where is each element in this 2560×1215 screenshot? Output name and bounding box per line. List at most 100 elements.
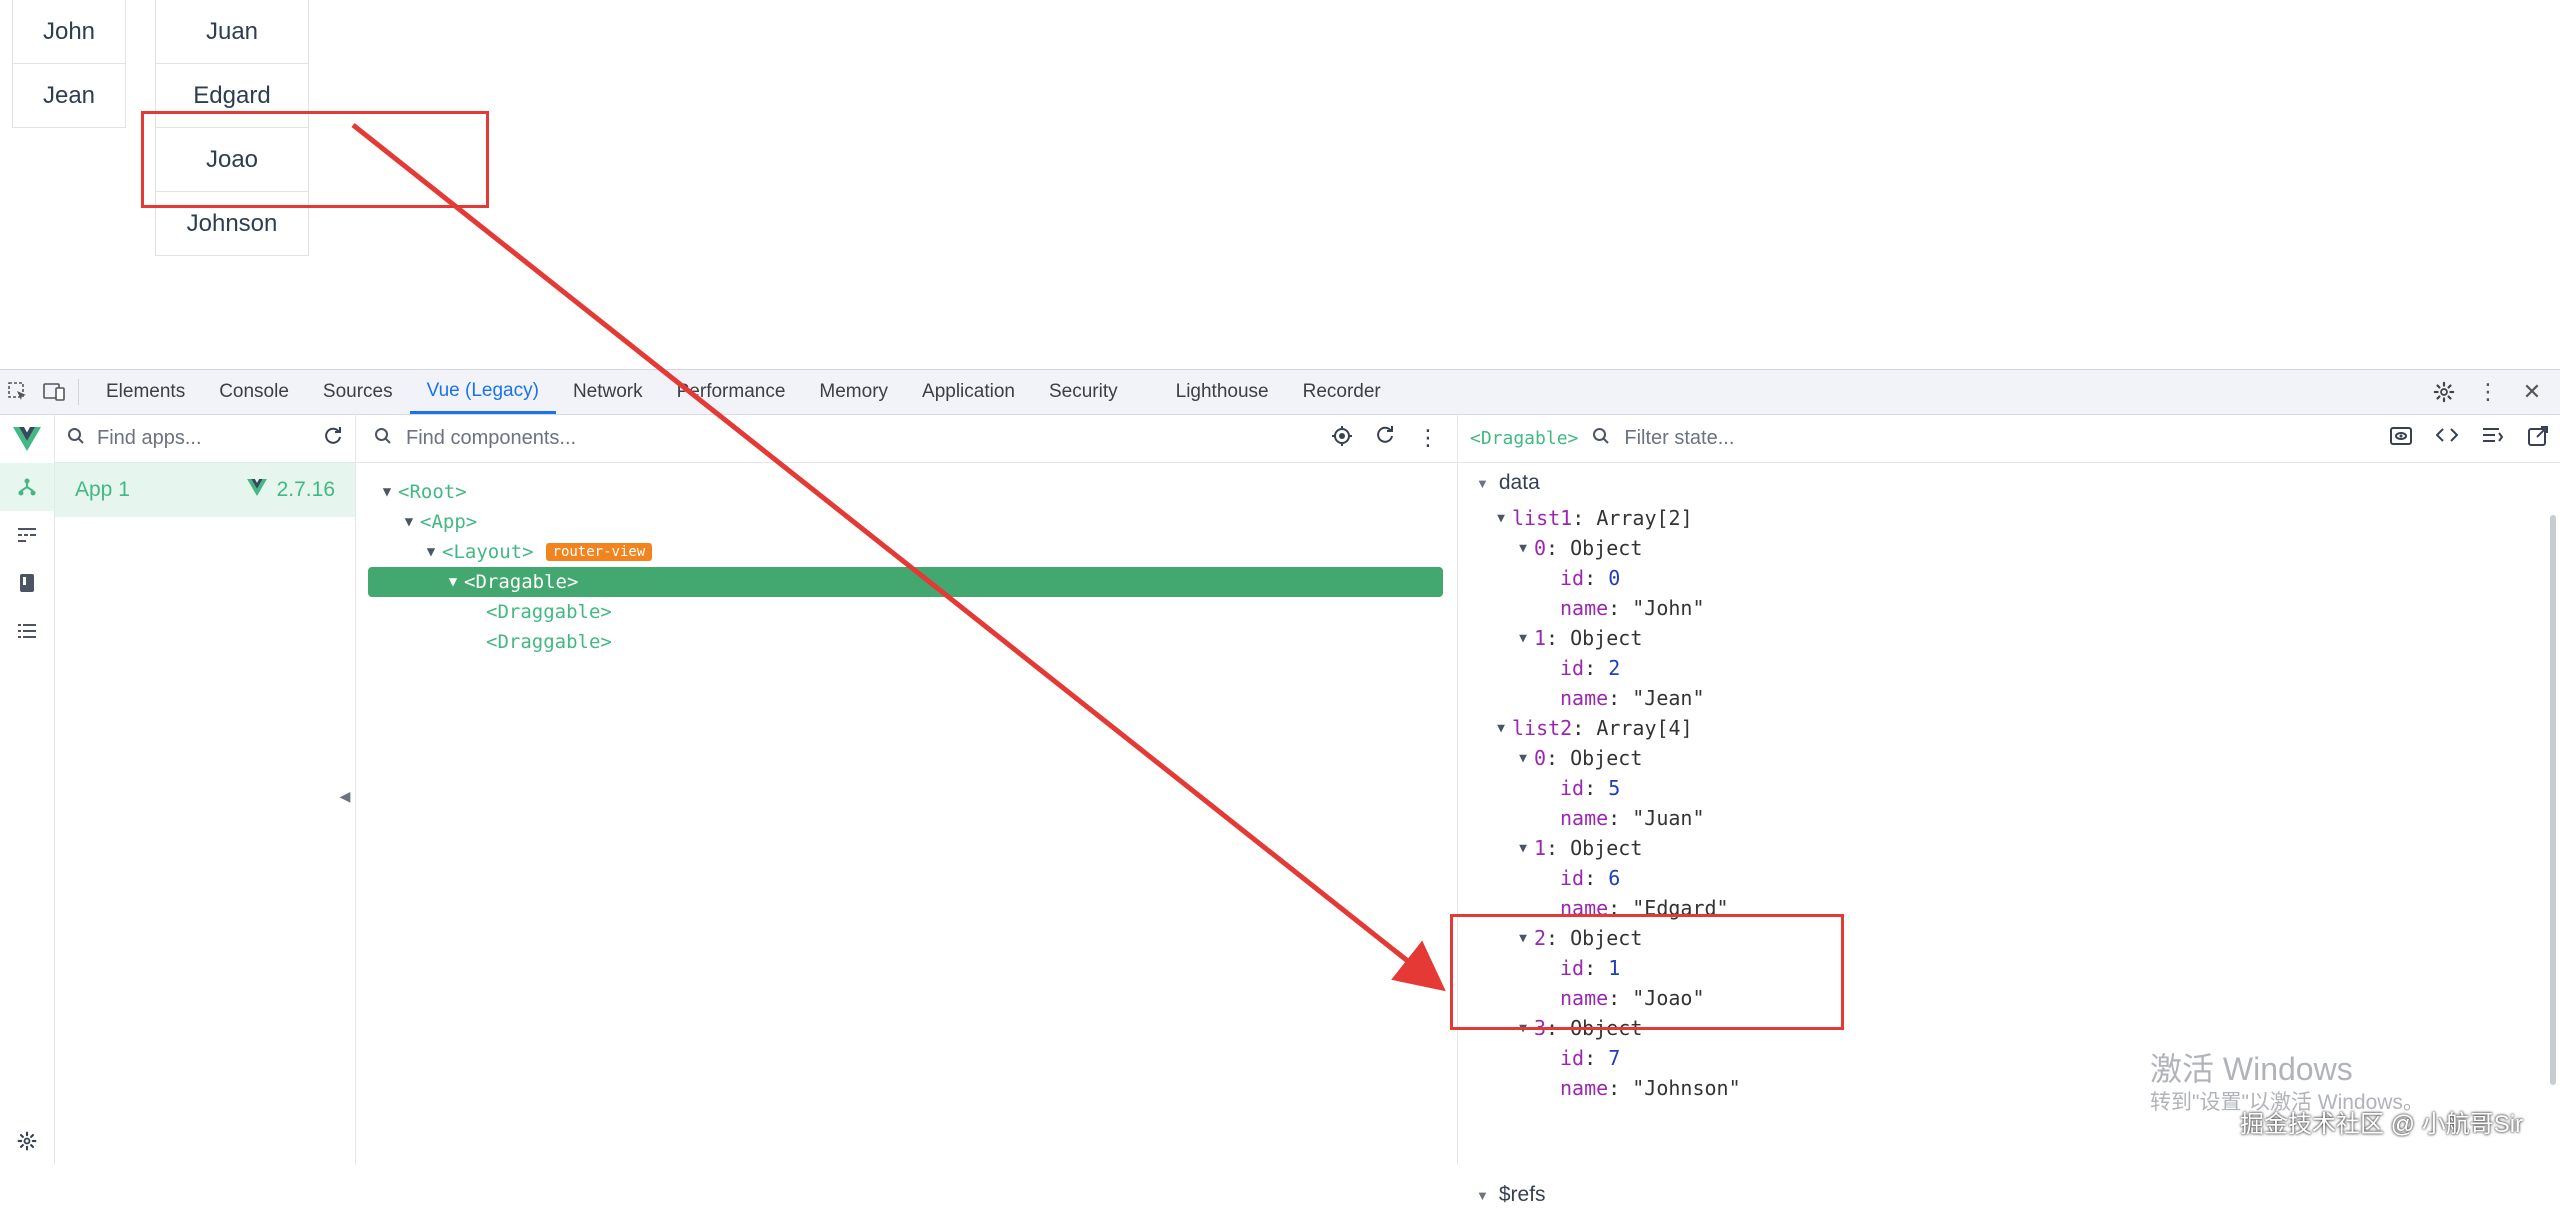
vue-sidebar-rail <box>0 415 55 1165</box>
more-vert-icon[interactable]: ⋮ <box>1417 425 1439 453</box>
tab-network[interactable]: Network <box>556 370 660 414</box>
more-vert-icon[interactable]: ⋮ <box>2470 370 2506 414</box>
state-row-object[interactable]: ▼ 0: Object <box>1458 743 2560 773</box>
state-scrollbar[interactable] <box>2550 515 2556 1085</box>
close-icon[interactable]: ✕ <box>2514 370 2550 414</box>
tab-console[interactable]: Console <box>202 370 306 414</box>
state-row-id[interactable]: id: 2 <box>1458 653 2560 683</box>
state-row-list2[interactable]: ▼ list2: Array[4] <box>1458 713 2560 743</box>
state-header: <Dragable> Filter state... <box>1458 415 2560 463</box>
list-item[interactable]: Juan <box>155 0 309 64</box>
search-icon <box>67 427 85 451</box>
collapse-pane-handle[interactable]: ◀ <box>338 782 352 810</box>
refresh-icon[interactable] <box>1375 425 1395 453</box>
state-row-id[interactable]: id: 7 <box>1458 1043 2560 1073</box>
state-row-object[interactable]: ▼ 1: Object <box>1458 833 2560 863</box>
apps-search-bar: Find apps... <box>55 415 355 463</box>
refresh-icon[interactable] <box>323 426 343 452</box>
state-row-name[interactable]: name: "John" <box>1458 593 2560 623</box>
component-tree: ▼ <Root> ▼ <App> ▼ <Layout> router-view ▼ <D… <box>356 463 1457 657</box>
tab-lighthouse[interactable]: Lighthouse <box>1159 370 1286 414</box>
caret-down-icon[interactable]: ▼ <box>398 514 420 530</box>
tab-recorder[interactable]: Recorder <box>1286 370 1398 414</box>
caret-down-icon[interactable]: ▼ <box>1490 511 1512 526</box>
tree-node-dragable[interactable]: ▼ <Dragable> <box>368 567 1443 597</box>
open-in-editor-icon[interactable] <box>2528 425 2548 452</box>
devtools-toolbar: Elements Console Sources Vue (Legacy) Ne… <box>0 370 2560 415</box>
selected-component-name: <Dragable> <box>1470 428 1579 449</box>
app-version: 2.7.16 <box>246 478 335 502</box>
annotation-box-source <box>141 111 489 208</box>
toolbar-divider <box>78 379 79 405</box>
state-row-id[interactable]: id: 6 <box>1458 863 2560 893</box>
caret-down-icon[interactable]: ▼ <box>442 574 464 590</box>
annotation-box-target <box>1450 914 1844 1030</box>
list-item[interactable]: Jean <box>12 64 126 128</box>
tab-sources[interactable]: Sources <box>306 370 410 414</box>
tree-node-draggable[interactable]: <Draggable> <box>356 597 1457 627</box>
timeline-icon[interactable] <box>0 511 54 559</box>
events-icon[interactable] <box>0 607 54 655</box>
code-icon[interactable] <box>2435 426 2459 452</box>
state-row-object[interactable]: ▼ 1: Object <box>1458 623 2560 653</box>
caret-down-icon[interactable]: ▼ <box>1476 476 1489 491</box>
search-icon <box>1592 427 1610 451</box>
vue-logo-icon <box>246 478 267 502</box>
vue-settings-icon[interactable] <box>0 1117 54 1165</box>
vuex-icon[interactable] <box>0 559 54 607</box>
tab-performance[interactable]: Performance <box>660 370 803 414</box>
state-row-list1[interactable]: ▼ list1: Array[2] <box>1458 503 2560 533</box>
state-row-name[interactable]: name: "Jean" <box>1458 683 2560 713</box>
caret-down-icon[interactable]: ▼ <box>1512 841 1534 856</box>
draggable-list-1: John Jean <box>12 0 126 128</box>
state-section-data[interactable]: ▼ data <box>1458 463 2560 503</box>
tab-security[interactable]: Security <box>1032 370 1135 414</box>
tree-node-app[interactable]: ▼ <App> <box>356 507 1457 537</box>
app-list-item[interactable]: App 1 2.7.16 <box>55 463 355 517</box>
component-tree-pane: Find components... ⋮ ▼ <Root> ▼ <App> ▼ <La… <box>356 415 1458 1165</box>
apps-search-input[interactable]: Find apps... <box>97 427 311 450</box>
tree-node-draggable[interactable]: <Draggable> <box>356 627 1457 657</box>
caret-down-icon[interactable]: ▼ <box>1512 541 1534 556</box>
caret-down-icon[interactable]: ▼ <box>1476 1188 1489 1203</box>
windows-activation-title: 激活 Windows <box>2150 1051 2353 1087</box>
state-row-object[interactable]: ▼ 0: Object <box>1458 533 2560 563</box>
wrap-icon[interactable] <box>2482 426 2504 452</box>
settings-gear-icon[interactable] <box>2426 370 2462 414</box>
vue-logo-icon <box>0 415 54 463</box>
target-icon[interactable] <box>1331 425 1353 453</box>
inspect-element-icon[interactable] <box>0 370 36 414</box>
components-search-bar: Find components... ⋮ <box>356 415 1457 463</box>
watermark-credit: 掘金技术社区 @ 小航哥Sir <box>2240 1111 2524 1138</box>
search-icon <box>374 427 392 451</box>
export-icon[interactable] <box>2390 426 2412 452</box>
state-actions <box>2390 425 2548 452</box>
app-name: App 1 <box>75 478 130 501</box>
state-row-name[interactable]: name: "Juan" <box>1458 803 2560 833</box>
toolbar-right-actions: ⋮ ✕ <box>2426 370 2550 414</box>
app-version-label: 2.7.16 <box>276 478 335 501</box>
tree-actions: ⋮ <box>1331 425 1439 453</box>
tab-vue-legacy[interactable]: Vue (Legacy) <box>409 370 556 414</box>
caret-down-icon[interactable]: ▼ <box>376 484 398 500</box>
state-filter-input[interactable]: Filter state... <box>1624 427 2376 450</box>
components-search-input[interactable]: Find components... <box>406 427 1317 450</box>
router-view-badge: router-view <box>545 543 653 561</box>
apps-pane: Find apps... App 1 2.7.16 <box>55 415 356 1165</box>
list-item[interactable]: John <box>12 0 126 64</box>
components-tree-icon[interactable] <box>0 463 54 511</box>
caret-down-icon[interactable]: ▼ <box>420 544 442 560</box>
state-row-id[interactable]: id: 0 <box>1458 563 2560 593</box>
tab-application[interactable]: Application <box>905 370 1032 414</box>
tab-memory[interactable]: Memory <box>802 370 905 414</box>
caret-down-icon[interactable]: ▼ <box>1490 721 1512 736</box>
state-row-id[interactable]: id: 5 <box>1458 773 2560 803</box>
state-inspector-pane: <Dragable> Filter state... ▼ data ▼ list… <box>1458 415 2560 1206</box>
device-toolbar-icon[interactable] <box>36 370 72 414</box>
tree-node-layout[interactable]: ▼ <Layout> router-view <box>356 537 1457 567</box>
tree-node-root[interactable]: ▼ <Root> <box>356 477 1457 507</box>
caret-down-icon[interactable]: ▼ <box>1512 751 1534 766</box>
state-section-refs[interactable]: ▼ $refs <box>1458 1175 1546 1215</box>
tab-elements[interactable]: Elements <box>89 370 202 414</box>
caret-down-icon[interactable]: ▼ <box>1512 631 1534 646</box>
